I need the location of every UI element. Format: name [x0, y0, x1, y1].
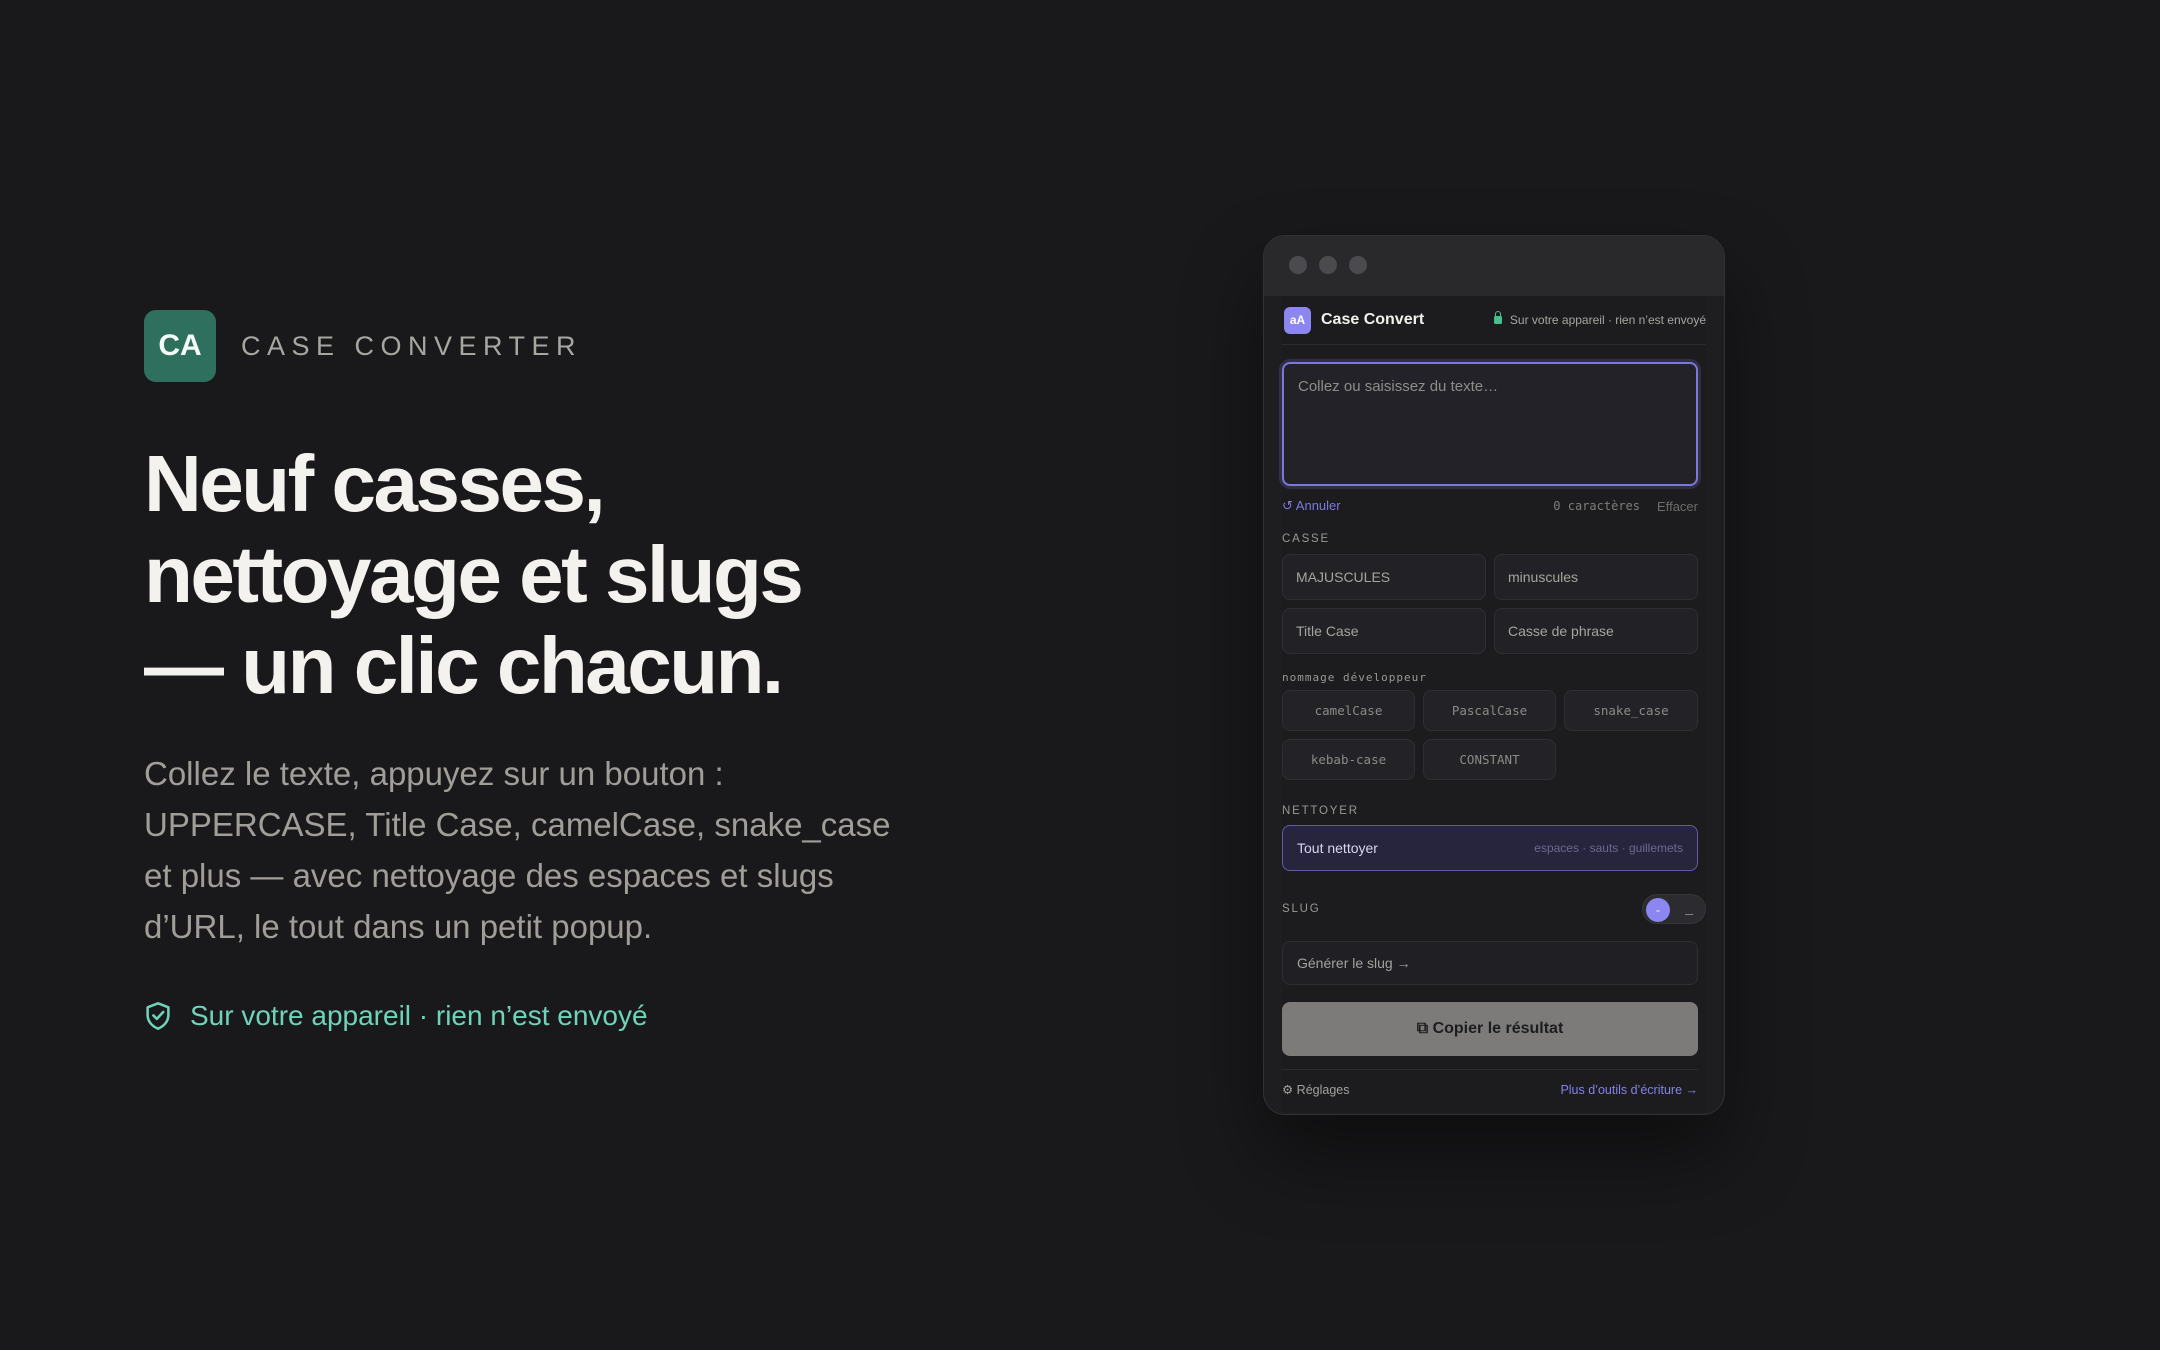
generate-slug-button[interactable]: Générer le slug →	[1282, 941, 1698, 985]
popup-privacy-text: Sur votre appareil · rien n’est envoyé	[1509, 313, 1706, 327]
window-zoom-dot[interactable]	[1349, 256, 1367, 274]
snake-case-button[interactable]: snake_case	[1564, 690, 1698, 731]
slug-section-label: SLUG	[1282, 903, 1321, 915]
clean-section-label: NETTOYER	[1282, 805, 1359, 817]
popup-body: aA Case Convert Sur votre appareil · rie…	[1282, 296, 1706, 1112]
window-close-dot[interactable]	[1289, 256, 1307, 274]
clean-all-button[interactable]: Tout nettoyer espaces · sauts · guilleme…	[1282, 825, 1698, 871]
lede-line: d’URL, le tout dans un petit popup.	[144, 908, 653, 945]
copy-result-button[interactable]: ⧉ Copier le résultat	[1282, 1002, 1698, 1056]
lowercase-button[interactable]: minuscules	[1494, 554, 1698, 600]
lock-icon	[1493, 311, 1502, 324]
brand-logo: CA	[144, 310, 216, 382]
lede-line: Collez le texte, appuyez sur un bouton :	[144, 755, 724, 792]
clear-button[interactable]: Effacer	[1657, 499, 1698, 514]
pascalcase-button[interactable]: PascalCase	[1423, 690, 1556, 731]
app-logo: aA	[1284, 306, 1311, 334]
camelcase-button[interactable]: camelCase	[1282, 690, 1415, 731]
clean-all-hint: espaces · sauts · guillemets	[1534, 841, 1683, 855]
constant-case-button[interactable]: CONSTANT	[1423, 739, 1556, 780]
char-count: 0 caractères	[1553, 499, 1640, 513]
popup-footer: ⚙ Réglages Plus d’outils d’écriture →	[1282, 1069, 1698, 1109]
text-input[interactable]: Collez ou saisissez du texte…	[1282, 362, 1698, 486]
slug-separator-toggle[interactable]: - _	[1642, 894, 1706, 924]
dev-section-label: nommage développeur	[1282, 671, 1427, 684]
headline: Neuf casses, nettoyage et slugs — un cli…	[144, 438, 904, 711]
more-tools-link[interactable]: Plus d’outils d’écriture →	[1560, 1083, 1698, 1097]
popup-window: aA Case Convert Sur votre appareil · rie…	[1263, 235, 1725, 1115]
lede-paragraph: Collez le texte, appuyez sur un bouton :…	[144, 748, 904, 952]
uppercase-button[interactable]: MAJUSCULES	[1282, 554, 1486, 600]
headline-line: Neuf casses,	[144, 439, 606, 528]
popup-privacy-note: Sur votre appareil · rien n’est envoyé	[1493, 311, 1706, 327]
clean-all-label: Tout nettoyer	[1297, 840, 1378, 856]
case-section-label: CASSE	[1282, 533, 1330, 545]
toggle-option-underscore: _	[1685, 899, 1693, 915]
app-title: Case Convert	[1321, 311, 1425, 328]
window-titlebar	[1264, 236, 1724, 296]
window-minimize-dot[interactable]	[1319, 256, 1337, 274]
undo-button[interactable]: ↺ Annuler	[1282, 498, 1341, 514]
brand: CA CASE CONVERTER	[144, 310, 582, 382]
lede-line: et plus — avec nettoyage des espaces et …	[144, 857, 834, 894]
input-meta-row: ↺ Annuler 0 caractères Effacer	[1282, 495, 1698, 517]
settings-link[interactable]: ⚙ Réglages	[1282, 1082, 1350, 1097]
privacy-note: Sur votre appareil · rien n’est envoyé	[144, 1000, 648, 1032]
sentence-case-button[interactable]: Casse de phrase	[1494, 608, 1698, 654]
shield-check-icon	[146, 1002, 170, 1030]
kebab-case-button[interactable]: kebab-case	[1282, 739, 1415, 780]
toggle-option-hyphen: -	[1646, 898, 1670, 922]
title-case-button[interactable]: Title Case	[1282, 608, 1486, 654]
brand-name: CASE CONVERTER	[241, 330, 583, 361]
headline-line: — un clic chacun.	[144, 621, 784, 710]
lede-line: UPPERCASE, Title Case, camelCase, snake_…	[144, 806, 891, 843]
privacy-text: Sur votre appareil · rien n’est envoyé	[190, 1000, 648, 1031]
headline-line: nettoyage et slugs	[144, 530, 804, 619]
popup-header: aA Case Convert Sur votre appareil · rie…	[1282, 296, 1706, 345]
